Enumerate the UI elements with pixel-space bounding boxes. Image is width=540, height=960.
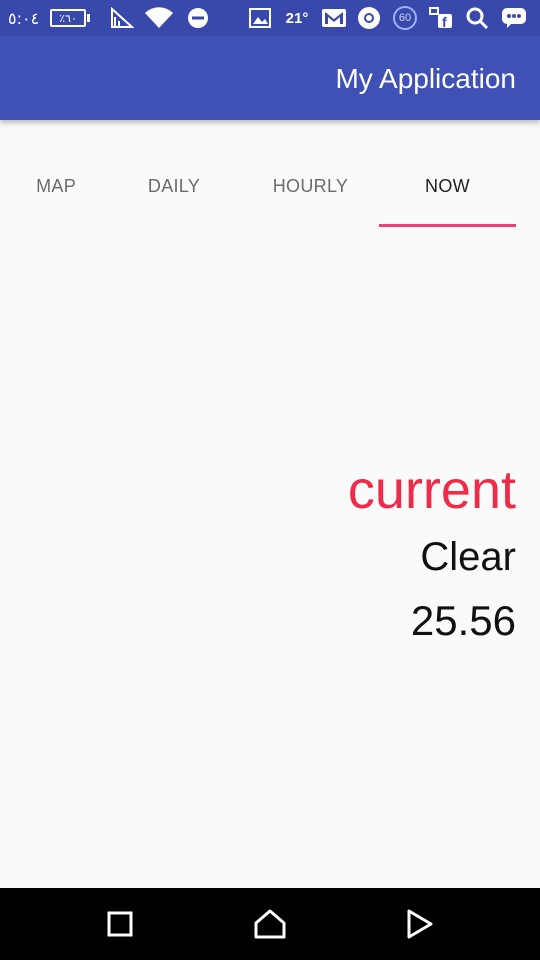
wifi-icon <box>142 0 176 36</box>
tab-hourly[interactable]: HOURLY <box>242 150 379 226</box>
now-content: current Clear 25.56 <box>0 230 540 888</box>
navigation-bar <box>0 888 540 960</box>
battery-level: ٪٦٠ <box>50 9 86 27</box>
badge-count: 60 <box>393 6 417 30</box>
gmail-icon <box>320 0 348 36</box>
play-back-icon <box>407 909 433 939</box>
current-label: current <box>347 460 516 520</box>
home-button[interactable] <box>230 888 310 960</box>
tab-daily[interactable]: DAILY <box>106 150 242 226</box>
home-icon <box>254 909 286 939</box>
svg-text:f: f <box>442 14 447 30</box>
messenger-icon <box>498 0 530 36</box>
status-time: ٥:٠٤ <box>8 8 40 28</box>
battery-icon: ٪٦٠ <box>50 0 90 36</box>
tab-bar: MAP DAILY HOURLY NOW <box>0 150 540 230</box>
weather-condition: Clear <box>420 535 516 579</box>
temperature-value: 25.56 <box>410 597 516 644</box>
gallery-icon <box>246 0 274 36</box>
status-bar: ٥:٠٤ ٪٦٠ 21° 60 f <box>0 0 540 36</box>
signal-icon <box>108 0 136 36</box>
badge-60-icon: 60 <box>390 0 420 36</box>
app-title: My Application <box>335 63 516 94</box>
recents-icon <box>107 911 133 937</box>
app-bar: My Application <box>0 36 540 120</box>
tab-map[interactable]: MAP <box>0 150 76 226</box>
do-not-disturb-icon <box>183 0 213 36</box>
back-button[interactable] <box>380 888 460 960</box>
search-icon <box>462 0 492 36</box>
temperature-indicator: 21° <box>285 9 309 27</box>
tab-indicator <box>379 224 516 227</box>
recents-button[interactable] <box>80 888 160 960</box>
tab-now[interactable]: NOW <box>379 150 516 226</box>
facebook-icon: f <box>426 0 456 36</box>
chrome-icon <box>354 0 384 36</box>
